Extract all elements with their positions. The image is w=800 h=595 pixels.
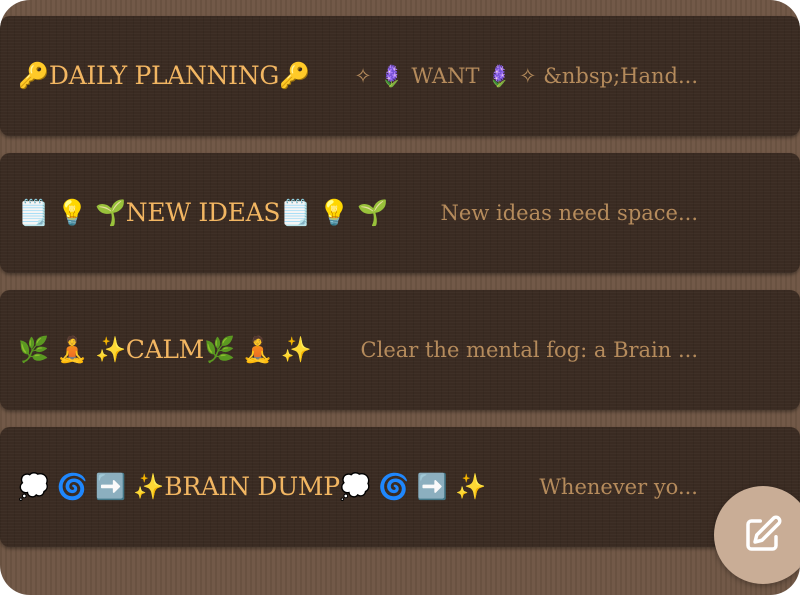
app-frame: 🔑DAILY PLANNING🔑 ✧ 🪻 WANT 🪻 ✧ &nbsp;Hand… [0, 0, 800, 595]
note-preview: New ideas need space... [440, 201, 698, 225]
note-preview: ✧ 🪻 WANT 🪻 ✧ &nbsp;Hand... [354, 63, 698, 88]
note-preview: Whenever yo... [539, 475, 698, 499]
note-card-new-ideas[interactable]: 🗒️ 💡 🌱NEW IDEAS🗒️ 💡 🌱 New ideas need spa… [0, 153, 800, 273]
note-preview: Clear the mental fog: a Brain ... [360, 338, 698, 362]
edit-note-icon [746, 515, 782, 551]
note-card-daily-planning[interactable]: 🔑DAILY PLANNING🔑 ✧ 🪻 WANT 🪻 ✧ &nbsp;Hand… [0, 16, 800, 136]
note-title: 💭 🌀 ➡️ ✨BRAIN DUMP💭 🌀 ➡️ ✨ [18, 472, 486, 501]
note-list: 🔑DAILY PLANNING🔑 ✧ 🪻 WANT 🪻 ✧ &nbsp;Hand… [0, 0, 800, 595]
note-title: 🔑DAILY PLANNING🔑 [18, 61, 310, 90]
note-card-brain-dump[interactable]: 💭 🌀 ➡️ ✨BRAIN DUMP💭 🌀 ➡️ ✨ Whenever yo..… [0, 427, 800, 547]
note-card-calm[interactable]: 🌿 🧘 ✨CALM🌿 🧘 ✨ Clear the mental fog: a B… [0, 290, 800, 410]
note-title: 🌿 🧘 ✨CALM🌿 🧘 ✨ [18, 335, 312, 364]
note-title: 🗒️ 💡 🌱NEW IDEAS🗒️ 💡 🌱 [18, 198, 388, 227]
